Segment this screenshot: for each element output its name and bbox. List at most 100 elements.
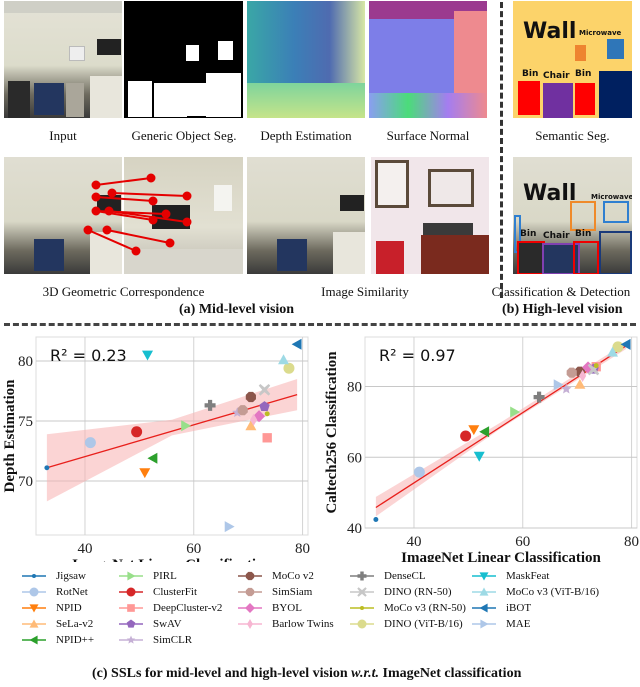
legend-item: Jigsaw (20, 570, 86, 582)
legend-label: ClusterFit (153, 586, 198, 598)
square-marker-icon (119, 604, 143, 612)
label-bin: Bin (575, 229, 592, 239)
y-tick-label: 80 (18, 354, 33, 370)
pentagon-marker-icon (119, 619, 143, 628)
point-rotnet (413, 466, 425, 478)
legend-marker (245, 587, 255, 597)
diamond-marker-icon (238, 603, 262, 613)
legend-item: DenseCL (348, 570, 426, 582)
legend-label: iBOT (506, 602, 532, 614)
label-microwave: Microwave (579, 29, 622, 37)
label-chair: Chair (543, 71, 570, 81)
tri-up-marker-icon (22, 619, 46, 628)
legend-marker (479, 603, 488, 613)
y-tick-label: 70 (18, 474, 33, 490)
vertical-divider (500, 2, 503, 298)
plus-marker-icon (350, 571, 374, 581)
legend-marker (29, 587, 39, 597)
label-wall: Wall (523, 181, 577, 206)
legend-label: SimCLR (153, 634, 193, 646)
label-bin: Bin (575, 69, 592, 79)
legend-item: BYOL (236, 602, 302, 614)
legend-marker (245, 603, 255, 613)
y-tick-label: 75 (18, 414, 33, 430)
circle-marker-icon (119, 587, 143, 597)
semantic-seg-image: Wall Microwave Bin Chair Bin (513, 1, 632, 118)
caltech256-chart: 40 60 80 40 60 80 R² = 0.97 ImageNet Linear Cla… (324, 336, 639, 562)
legend-label: SeLa-v2 (56, 618, 94, 630)
legend-item: MoCo v2 (236, 570, 314, 582)
legend-item: MAE (470, 618, 530, 630)
r-squared-annotation: R² = 0.97 (379, 346, 456, 365)
point-deepcluster-v2 (262, 433, 272, 443)
tri-down-marker-icon (472, 572, 496, 581)
caption-semantic-seg: Semantic Seg. (535, 128, 610, 143)
tri-up-marker-icon (472, 587, 496, 596)
r-squared-annotation: R² = 0.23 (50, 346, 127, 365)
circle-marker-icon (350, 619, 374, 629)
label-bin: Bin (520, 229, 537, 239)
horizontal-divider (4, 323, 636, 326)
x-tick-label: 80 (295, 541, 310, 557)
subcaption-mid-level: (a) Mid-level vision (179, 302, 295, 317)
input-image (4, 1, 122, 118)
octagon-marker-icon (238, 571, 262, 581)
caption-image-similarity: Image Similarity (321, 284, 409, 299)
legend-label: DINO (ViT-B/16) (384, 618, 463, 630)
depth-estimation-image (247, 1, 365, 118)
dot-marker-icon (22, 573, 46, 579)
x-axis-label: ImageNet Linear Classification (401, 550, 601, 562)
legend-marker (357, 619, 367, 629)
legend-item: ClusterFit (117, 586, 197, 598)
caption-generic-object-seg: Generic Object Seg. (131, 128, 237, 143)
legend-marker (247, 619, 253, 629)
star-marker-icon (119, 635, 143, 644)
legend-item: SimCLR (117, 634, 192, 646)
point-simsiam (237, 405, 248, 416)
legend-marker (29, 635, 38, 645)
tri-right-marker-icon (119, 571, 143, 581)
subcaption-ssl: (c) SSLs for mid-level and high-level vi… (92, 666, 522, 681)
legend-label: SimSiam (272, 586, 313, 598)
legend-item: PIRL (117, 570, 177, 582)
legend-item: SeLa-v2 (20, 618, 93, 630)
legend-marker (126, 587, 136, 597)
y-axis-label: Caltech256 Classification (324, 351, 340, 514)
legend-label: MaskFeat (506, 570, 550, 582)
y-tick-label: 40 (347, 521, 362, 537)
point-simsiam (566, 367, 577, 378)
legend-marker (359, 605, 365, 611)
legend-label: MoCo v2 (272, 570, 314, 582)
depth-estimation-chart: 40 60 80 70 75 80 R² = 0.23 ImageNet Linear Cla… (2, 336, 310, 562)
legend-marker (126, 619, 136, 628)
label-wall: Wall (523, 19, 577, 44)
tri-right-marker-icon (472, 619, 496, 629)
caption-depth-estimation: Depth Estimation (260, 128, 352, 143)
x-tick-label: 60 (186, 541, 201, 557)
caption-surface-normal: Surface Normal (386, 128, 470, 143)
legend-item: Barlow Twins (236, 618, 334, 630)
legend-label: DenseCL (384, 570, 426, 582)
legend-marker (245, 571, 255, 581)
similarity-image-query (247, 157, 365, 274)
x-axis-label: ImageNet Linear Classification (72, 557, 272, 562)
legend-label: SwAV (153, 618, 182, 630)
legend-item: iBOT (470, 602, 531, 614)
legend-label: MAE (506, 618, 531, 630)
label-microwave: Microwave (591, 193, 632, 201)
legend-label: DINO (RN-50) (384, 586, 452, 598)
dot-marker-icon (350, 605, 374, 611)
octagon-marker-icon (238, 587, 262, 597)
legend: Jigsaw RotNet NPID SeLa-v2 NPID++ PIRL Cluster… (0, 570, 640, 660)
caption-input: Input (49, 128, 77, 143)
legend-marker (480, 619, 489, 629)
legend-label: NPID (56, 602, 82, 614)
legend-marker (127, 571, 136, 581)
similarity-image-match (371, 157, 489, 274)
correspondence-lines (83, 173, 192, 256)
legend-marker (127, 604, 135, 612)
label-chair: Chair (543, 231, 570, 241)
legend-item: NPID (20, 602, 82, 614)
legend-label: MoCo v3 (ViT-B/16) (506, 586, 600, 598)
tri-down-marker-icon (22, 604, 46, 613)
